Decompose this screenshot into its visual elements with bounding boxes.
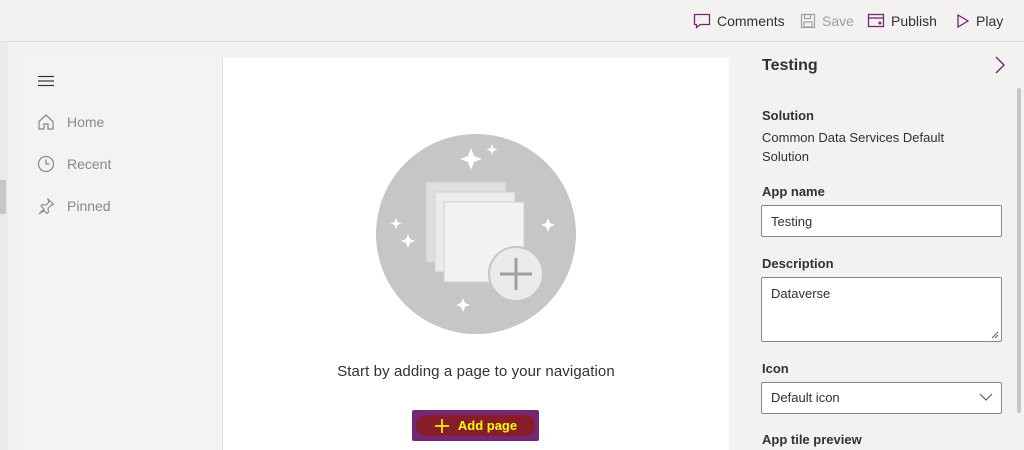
nav-item-recent[interactable]: Recent — [37, 155, 111, 173]
properties-panel: Testing Solution Common Data Services De… — [745, 42, 1024, 450]
add-page-button[interactable]: Add page — [412, 410, 539, 441]
icon-dropdown-value: Default icon — [771, 390, 840, 405]
play-icon — [957, 13, 970, 29]
nav-item-label: Pinned — [67, 198, 111, 214]
add-page-label: Add page — [457, 418, 518, 433]
left-rail — [0, 42, 8, 450]
clock-icon — [37, 155, 55, 173]
nav-item-pinned[interactable]: Pinned — [37, 197, 111, 215]
save-label: Save — [822, 13, 854, 29]
comments-label: Comments — [717, 13, 785, 29]
home-icon — [38, 114, 54, 130]
app-name-input[interactable] — [761, 205, 1002, 237]
empty-pages-illustration — [376, 134, 576, 334]
nav-item-label: Recent — [67, 156, 112, 172]
play-button[interactable]: Play — [956, 11, 1003, 31]
rail-handle[interactable] — [0, 180, 6, 214]
resize-handle-icon[interactable] — [991, 331, 999, 339]
hamburger-menu-button[interactable] — [37, 74, 55, 90]
hamburger-icon — [38, 75, 54, 87]
icon-label: Icon — [762, 361, 789, 376]
plus-icon — [434, 418, 449, 433]
comments-button[interactable]: Comments — [693, 11, 785, 31]
description-label: Description — [762, 256, 834, 271]
icon-dropdown[interactable]: Default icon — [761, 382, 1002, 414]
nav-item-label: Home — [67, 114, 105, 130]
empty-state-message: Start by adding a page to your navigatio… — [337, 363, 615, 380]
app-tile-preview-label: App tile preview — [762, 432, 862, 447]
app-name-label: App name — [762, 184, 825, 199]
save-button[interactable]: Save — [800, 11, 854, 31]
publish-label: Publish — [891, 13, 937, 29]
solution-label: Solution — [762, 108, 814, 123]
main-canvas: Start by adding a page to your navigatio… — [223, 58, 729, 450]
pin-icon — [38, 198, 55, 215]
solution-value: Common Data Services Default Solution — [762, 130, 945, 164]
panel-title: Testing — [762, 57, 818, 74]
publish-button[interactable]: Publish — [867, 11, 937, 31]
app-navigation: Home Recent Pinned — [23, 58, 223, 450]
chevron-down-icon — [979, 393, 993, 401]
panel-scrollbar[interactable] — [1017, 88, 1021, 413]
publish-icon — [867, 13, 885, 28]
save-icon — [800, 13, 816, 29]
description-textarea[interactable]: Dataverse — [761, 277, 1002, 342]
comment-icon — [693, 13, 711, 29]
command-bar: Comments Save Publish Play — [0, 0, 1024, 42]
collapse-panel-button[interactable] — [994, 56, 1006, 77]
play-label: Play — [976, 13, 1004, 29]
description-value: Dataverse — [771, 286, 831, 301]
nav-item-home[interactable]: Home — [37, 113, 104, 131]
chevron-right-icon — [995, 56, 1005, 74]
